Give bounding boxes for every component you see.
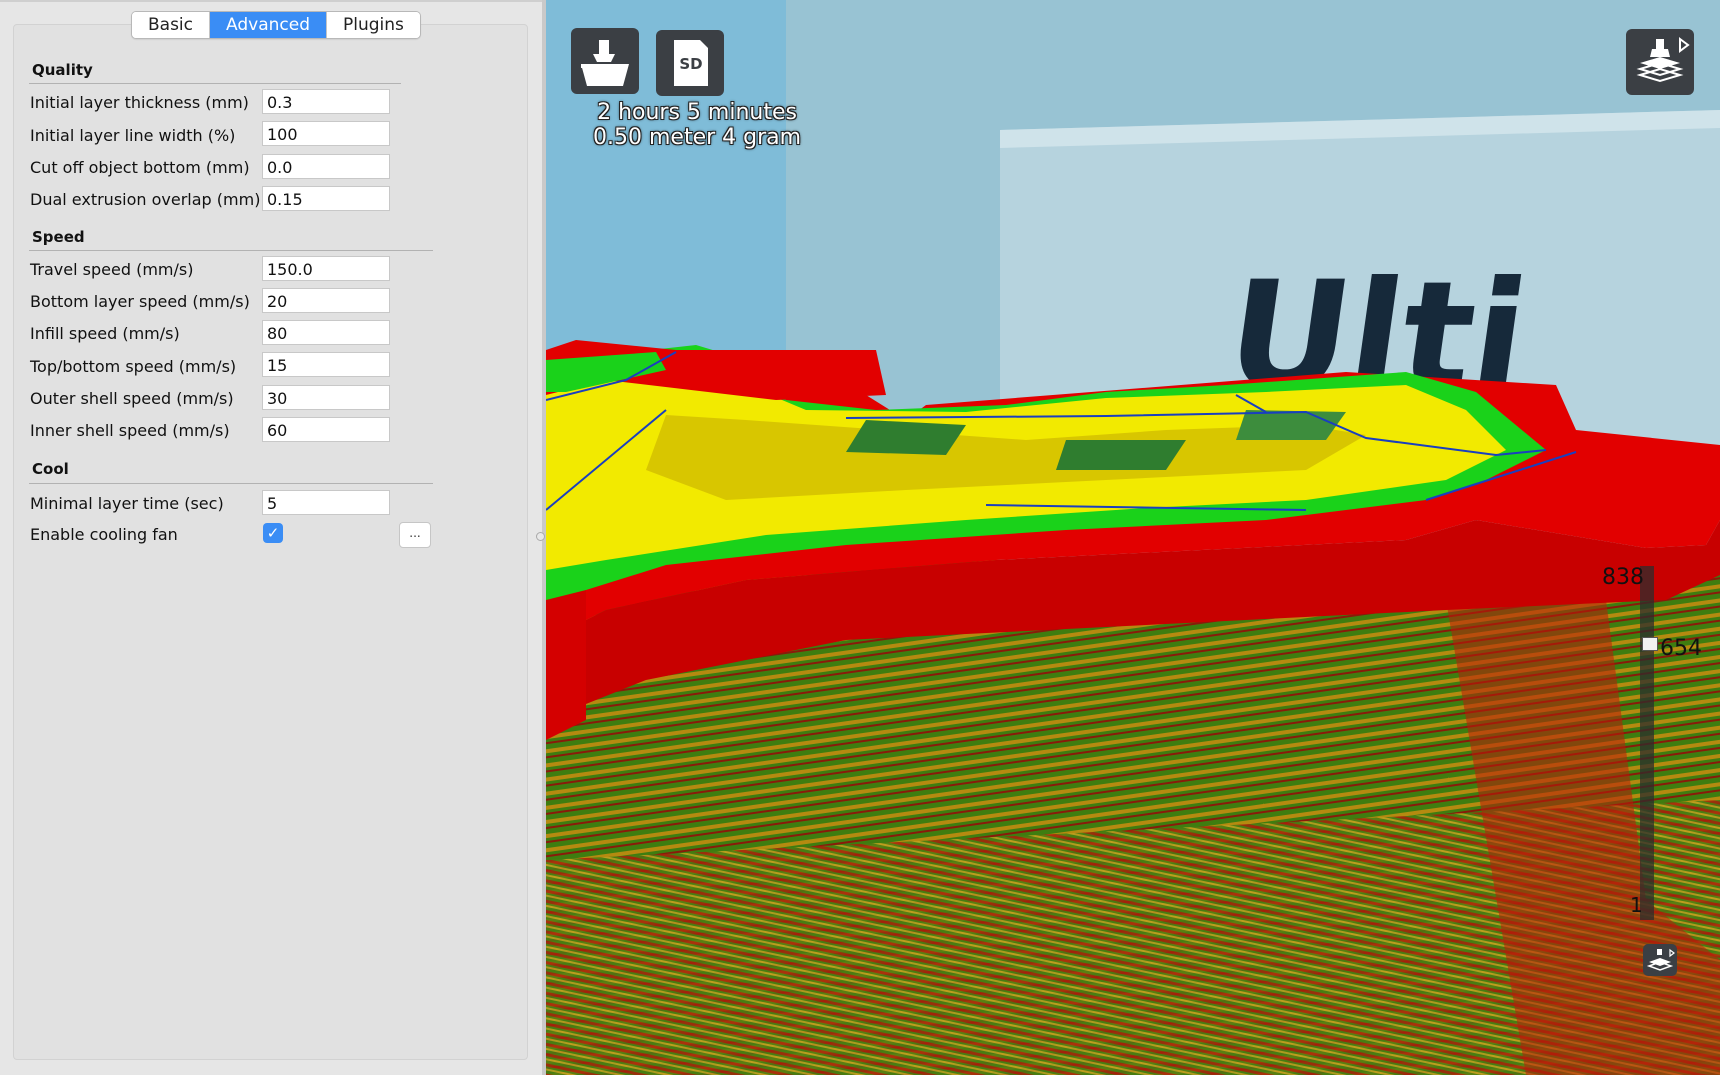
splitter-handle[interactable] <box>536 532 545 541</box>
print-estimate: 2 hours 5 minutes 0.50 meter 4 gram <box>593 100 801 150</box>
tab-plugins[interactable]: Plugins <box>327 12 420 38</box>
settings-tabs: Basic Advanced Plugins <box>131 11 421 39</box>
inner-shell-speed-label: Inner shell speed (mm/s) <box>30 421 230 440</box>
sd-card-label: SD <box>679 55 702 73</box>
layer-min-label: 1 <box>1630 893 1643 917</box>
top-bottom-speed-label: Top/bottom speed (mm/s) <box>30 357 237 376</box>
cut-off-object-bottom-label: Cut off object bottom (mm) <box>30 158 250 177</box>
load-model-icon <box>581 40 629 86</box>
layer-current-label: 654 <box>1660 636 1702 661</box>
bottom-layer-speed-label: Bottom layer speed (mm/s) <box>30 292 250 311</box>
print-material: 0.50 meter 4 gram <box>593 125 802 150</box>
save-to-sd-icon: SD <box>674 40 708 86</box>
travel-speed-input[interactable] <box>262 256 390 281</box>
infill-speed-label: Infill speed (mm/s) <box>30 324 180 343</box>
3d-viewport[interactable]: Ulti SD 2 hours 5 minutes 0.50 meter 4 g… <box>546 0 1720 1075</box>
dual-extrusion-overlap-label: Dual extrusion overlap (mm) <box>30 190 261 209</box>
load-model-button[interactable] <box>571 28 639 94</box>
dual-extrusion-overlap-input[interactable] <box>262 186 390 211</box>
tab-basic[interactable]: Basic <box>132 12 211 38</box>
initial-layer-line-width-input[interactable] <box>262 121 390 146</box>
outer-shell-speed-label: Outer shell speed (mm/s) <box>30 389 234 408</box>
tab-advanced[interactable]: Advanced <box>210 12 327 38</box>
view-mode-icon <box>1636 37 1690 83</box>
panel-top-border <box>0 0 545 2</box>
initial-layer-line-width-label: Initial layer line width (%) <box>30 126 236 145</box>
minimal-layer-time-input[interactable] <box>262 490 390 515</box>
infill-speed-input[interactable] <box>262 320 390 345</box>
enable-cooling-fan-checkbox[interactable]: ✓ <box>263 523 283 543</box>
section-quality-divider <box>29 83 401 84</box>
minimal-layer-time-label: Minimal layer time (sec) <box>30 494 224 513</box>
initial-layer-thickness-label: Initial layer thickness (mm) <box>30 93 249 112</box>
print-time: 2 hours 5 minutes <box>597 100 797 125</box>
layer-max-label: 838 <box>1602 565 1644 590</box>
enable-cooling-fan-label: Enable cooling fan <box>30 525 178 544</box>
layer-slider-track[interactable] <box>1640 566 1654 920</box>
section-cool-title: Cool <box>32 460 69 478</box>
section-speed-title: Speed <box>32 228 85 246</box>
travel-speed-label: Travel speed (mm/s) <box>30 260 194 279</box>
inner-shell-speed-input[interactable] <box>262 417 390 442</box>
checkmark-icon: ✓ <box>266 524 280 542</box>
section-cool-divider <box>29 483 433 484</box>
settings-panel: Basic Advanced Plugins Quality Initial l… <box>0 0 545 1075</box>
layer-view-button[interactable] <box>1643 944 1677 976</box>
section-quality-title: Quality <box>32 61 93 79</box>
initial-layer-thickness-input[interactable] <box>262 89 390 114</box>
save-to-sd-button[interactable]: SD <box>656 30 724 96</box>
layer-slider-thumb[interactable] <box>1642 636 1658 651</box>
view-mode-button[interactable] <box>1626 29 1694 95</box>
outer-shell-speed-input[interactable] <box>262 385 390 410</box>
layer-view-render: Ulti <box>546 0 1720 1075</box>
cut-off-object-bottom-input[interactable] <box>262 154 390 179</box>
layer-view-icon <box>1646 948 1675 971</box>
top-bottom-speed-input[interactable] <box>262 352 390 377</box>
cooling-fan-more-button[interactable]: ... <box>399 522 431 548</box>
section-speed-divider <box>29 250 433 251</box>
bottom-layer-speed-input[interactable] <box>262 288 390 313</box>
